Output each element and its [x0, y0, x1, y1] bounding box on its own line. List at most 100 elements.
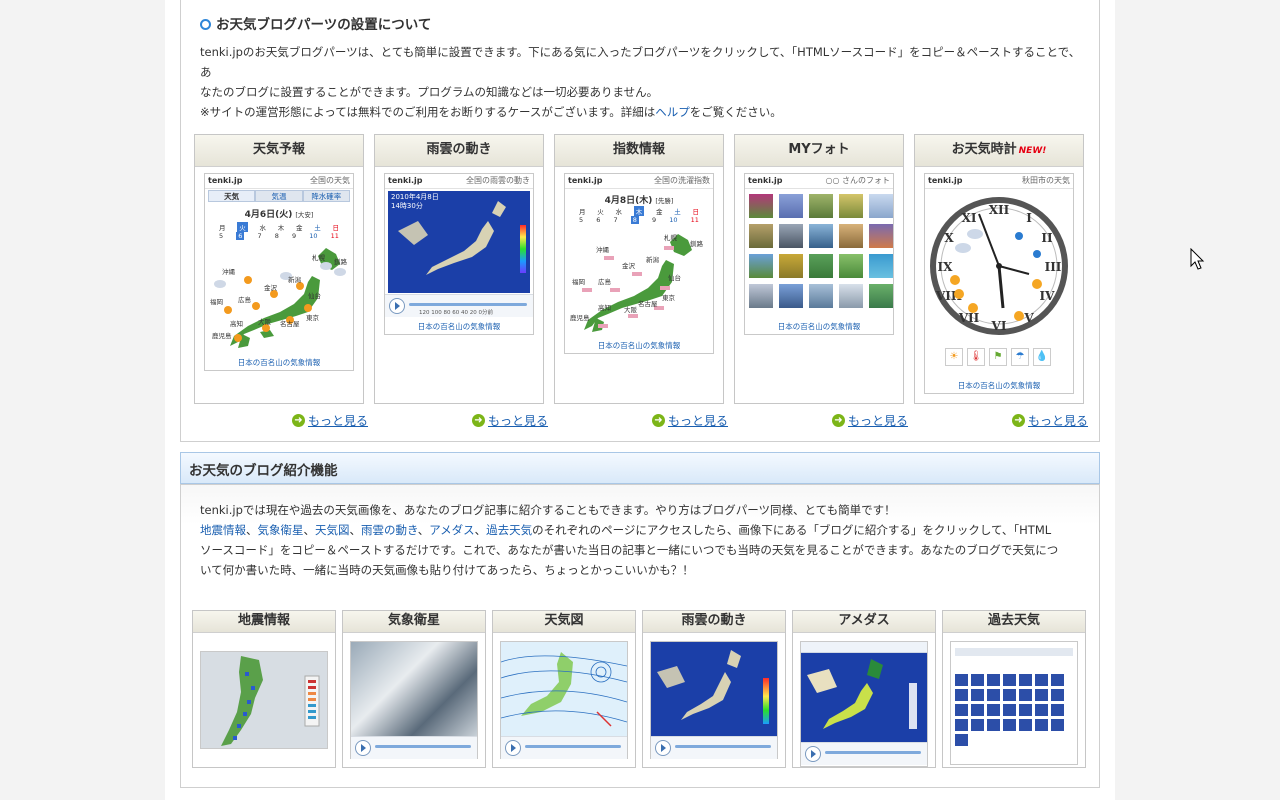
- weather-chart-image[interactable]: [500, 641, 628, 759]
- photo-thumb[interactable]: [839, 284, 863, 308]
- photo-thumb[interactable]: [809, 254, 833, 278]
- photo-thumb[interactable]: [749, 194, 773, 218]
- photo-thumb[interactable]: [779, 284, 803, 308]
- part-card-weather-clock[interactable]: お天気時計 NEW! tenki.jp 秋田市の天気 XII I II III IV V V…: [914, 134, 1084, 404]
- day-thumb[interactable]: [1035, 689, 1048, 701]
- widget-footer-link[interactable]: 日本の百名山の気象情報: [925, 379, 1073, 393]
- day-thumb[interactable]: [955, 734, 968, 746]
- day-thumb[interactable]: [1003, 704, 1016, 716]
- day-thumb[interactable]: [955, 674, 968, 686]
- photo-thumb[interactable]: [869, 254, 893, 278]
- play-button[interactable]: [655, 740, 671, 756]
- my-photo-widget[interactable]: tenki.jp ○○ さんのフォト 日本の百名山の気象情報: [744, 173, 894, 335]
- day-thumb[interactable]: [987, 674, 1000, 686]
- earthquake-image[interactable]: [200, 651, 328, 749]
- more-link-my-photo[interactable]: ➜ もっと見る: [832, 412, 908, 430]
- help-link[interactable]: ヘルプ: [655, 105, 690, 119]
- day-thumb[interactable]: [1035, 674, 1048, 686]
- timeline-slider[interactable]: [825, 751, 921, 754]
- photo-thumb[interactable]: [869, 284, 893, 308]
- timeline-slider[interactable]: [675, 745, 771, 748]
- forecast-widget[interactable]: tenki.jp 全国の天気 天気 気温 降水確率 4月6日(火) [大安] 月 火…: [204, 173, 354, 371]
- link-weather-chart[interactable]: 天気図: [315, 523, 350, 537]
- day-thumb[interactable]: [987, 689, 1000, 701]
- timeline-slider[interactable]: [409, 303, 527, 306]
- link-past-weather[interactable]: 過去天気: [486, 523, 532, 537]
- day-thumb[interactable]: [1051, 719, 1064, 731]
- photo-thumb[interactable]: [809, 224, 833, 248]
- link-amedas[interactable]: アメダス: [429, 523, 474, 537]
- weather-clock-widget[interactable]: tenki.jp 秋田市の天気 XII I II III IV V VI VII VIII I…: [924, 173, 1074, 394]
- link-satellite[interactable]: 気象衛星: [258, 523, 304, 537]
- day-thumb[interactable]: [971, 674, 984, 686]
- day-thumb[interactable]: [1019, 704, 1032, 716]
- photo-thumb[interactable]: [779, 194, 803, 218]
- image-card-amedas[interactable]: アメダス: [792, 610, 936, 768]
- day-thumb[interactable]: [971, 719, 984, 731]
- photo-thumb[interactable]: [749, 224, 773, 248]
- timeline-slider[interactable]: [375, 745, 471, 748]
- day-thumb[interactable]: [1019, 674, 1032, 686]
- index-widget[interactable]: tenki.jp 全国の洗濯指数 4月8日(木) [先勝] 月 火 水 木 金 土 …: [564, 173, 714, 354]
- tab-temp[interactable]: 気温: [255, 190, 303, 202]
- day-thumb[interactable]: [1003, 674, 1016, 686]
- photo-thumb[interactable]: [809, 284, 833, 308]
- part-card-index[interactable]: 指数情報 tenki.jp 全国の洗濯指数 4月8日(木) [先勝] 月 火 水 木…: [554, 134, 724, 404]
- widget-footer-link[interactable]: 日本の百名山の気象情報: [385, 320, 533, 334]
- image-card-satellite[interactable]: 気象衛星: [342, 610, 486, 768]
- photo-thumb[interactable]: [869, 224, 893, 248]
- photo-thumb[interactable]: [749, 254, 773, 278]
- play-button[interactable]: [355, 740, 371, 756]
- link-rain-cloud[interactable]: 雨雲の動き: [361, 523, 418, 537]
- umbrella-icon[interactable]: ☂: [1011, 348, 1029, 366]
- more-link-rain-cloud[interactable]: ➜ もっと見る: [472, 412, 548, 430]
- widget-footer-link[interactable]: 日本の百名山の気象情報: [205, 356, 353, 370]
- satellite-image[interactable]: [350, 641, 478, 759]
- more-link-forecast[interactable]: ➜ もっと見る: [292, 412, 368, 430]
- widget-footer-link[interactable]: 日本の百名山の気象情報: [745, 320, 893, 334]
- flag-icon[interactable]: ⚑: [989, 348, 1007, 366]
- more-link-weather-clock[interactable]: ➜ もっと見る: [1012, 412, 1088, 430]
- day-thumb[interactable]: [1051, 704, 1064, 716]
- play-button[interactable]: [505, 740, 521, 756]
- day-thumb[interactable]: [955, 719, 968, 731]
- day-thumb[interactable]: [1035, 719, 1048, 731]
- play-button[interactable]: [389, 298, 405, 314]
- day-thumb[interactable]: [1003, 719, 1016, 731]
- photo-thumb[interactable]: [869, 194, 893, 218]
- link-earthquake[interactable]: 地震情報: [200, 523, 246, 537]
- play-button[interactable]: [805, 746, 821, 762]
- day-thumb[interactable]: [987, 704, 1000, 716]
- day-thumb[interactable]: [955, 704, 968, 716]
- photo-thumb[interactable]: [839, 254, 863, 278]
- drop-icon[interactable]: 💧: [1033, 348, 1051, 366]
- amedas-image[interactable]: [800, 641, 928, 767]
- more-link-index[interactable]: ➜ もっと見る: [652, 412, 728, 430]
- day-thumb[interactable]: [1019, 719, 1032, 731]
- thermometer-icon[interactable]: 🌡: [967, 348, 985, 366]
- day-thumb[interactable]: [971, 689, 984, 701]
- rain-cloud-image[interactable]: [650, 641, 778, 759]
- day-thumb[interactable]: [1019, 689, 1032, 701]
- photo-thumb[interactable]: [839, 224, 863, 248]
- day-thumb[interactable]: [1051, 689, 1064, 701]
- tab-rain[interactable]: 降水確率: [302, 190, 350, 202]
- image-card-earthquake[interactable]: 地震情報: [192, 610, 336, 768]
- sun-icon[interactable]: ☀: [945, 348, 963, 366]
- part-card-forecast[interactable]: 天気予報 tenki.jp 全国の天気 天気 気温 降水確率 4月6日(火) [大安…: [194, 134, 364, 404]
- photo-thumb[interactable]: [779, 254, 803, 278]
- part-card-my-photo[interactable]: MYフォト tenki.jp ○○ さんのフォト 日本の百名山の気象情報: [734, 134, 904, 404]
- past-weather-image[interactable]: [950, 641, 1078, 765]
- day-thumb[interactable]: [987, 719, 1000, 731]
- day-thumb[interactable]: [1003, 689, 1016, 701]
- photo-thumb[interactable]: [749, 284, 773, 308]
- day-thumb[interactable]: [971, 704, 984, 716]
- image-card-rain-cloud[interactable]: 雨雲の動き: [642, 610, 786, 768]
- rain-cloud-widget[interactable]: tenki.jp 全国の雨雲の動き 2010年4月8日 14時30分 120 100…: [384, 173, 534, 335]
- day-thumb[interactable]: [1051, 674, 1064, 686]
- photo-thumb[interactable]: [779, 224, 803, 248]
- photo-thumb[interactable]: [809, 194, 833, 218]
- day-thumb[interactable]: [955, 689, 968, 701]
- part-card-rain-cloud[interactable]: 雨雲の動き tenki.jp 全国の雨雲の動き 2010年4月8日 14時30分 1…: [374, 134, 544, 404]
- timeline-slider[interactable]: [525, 745, 621, 748]
